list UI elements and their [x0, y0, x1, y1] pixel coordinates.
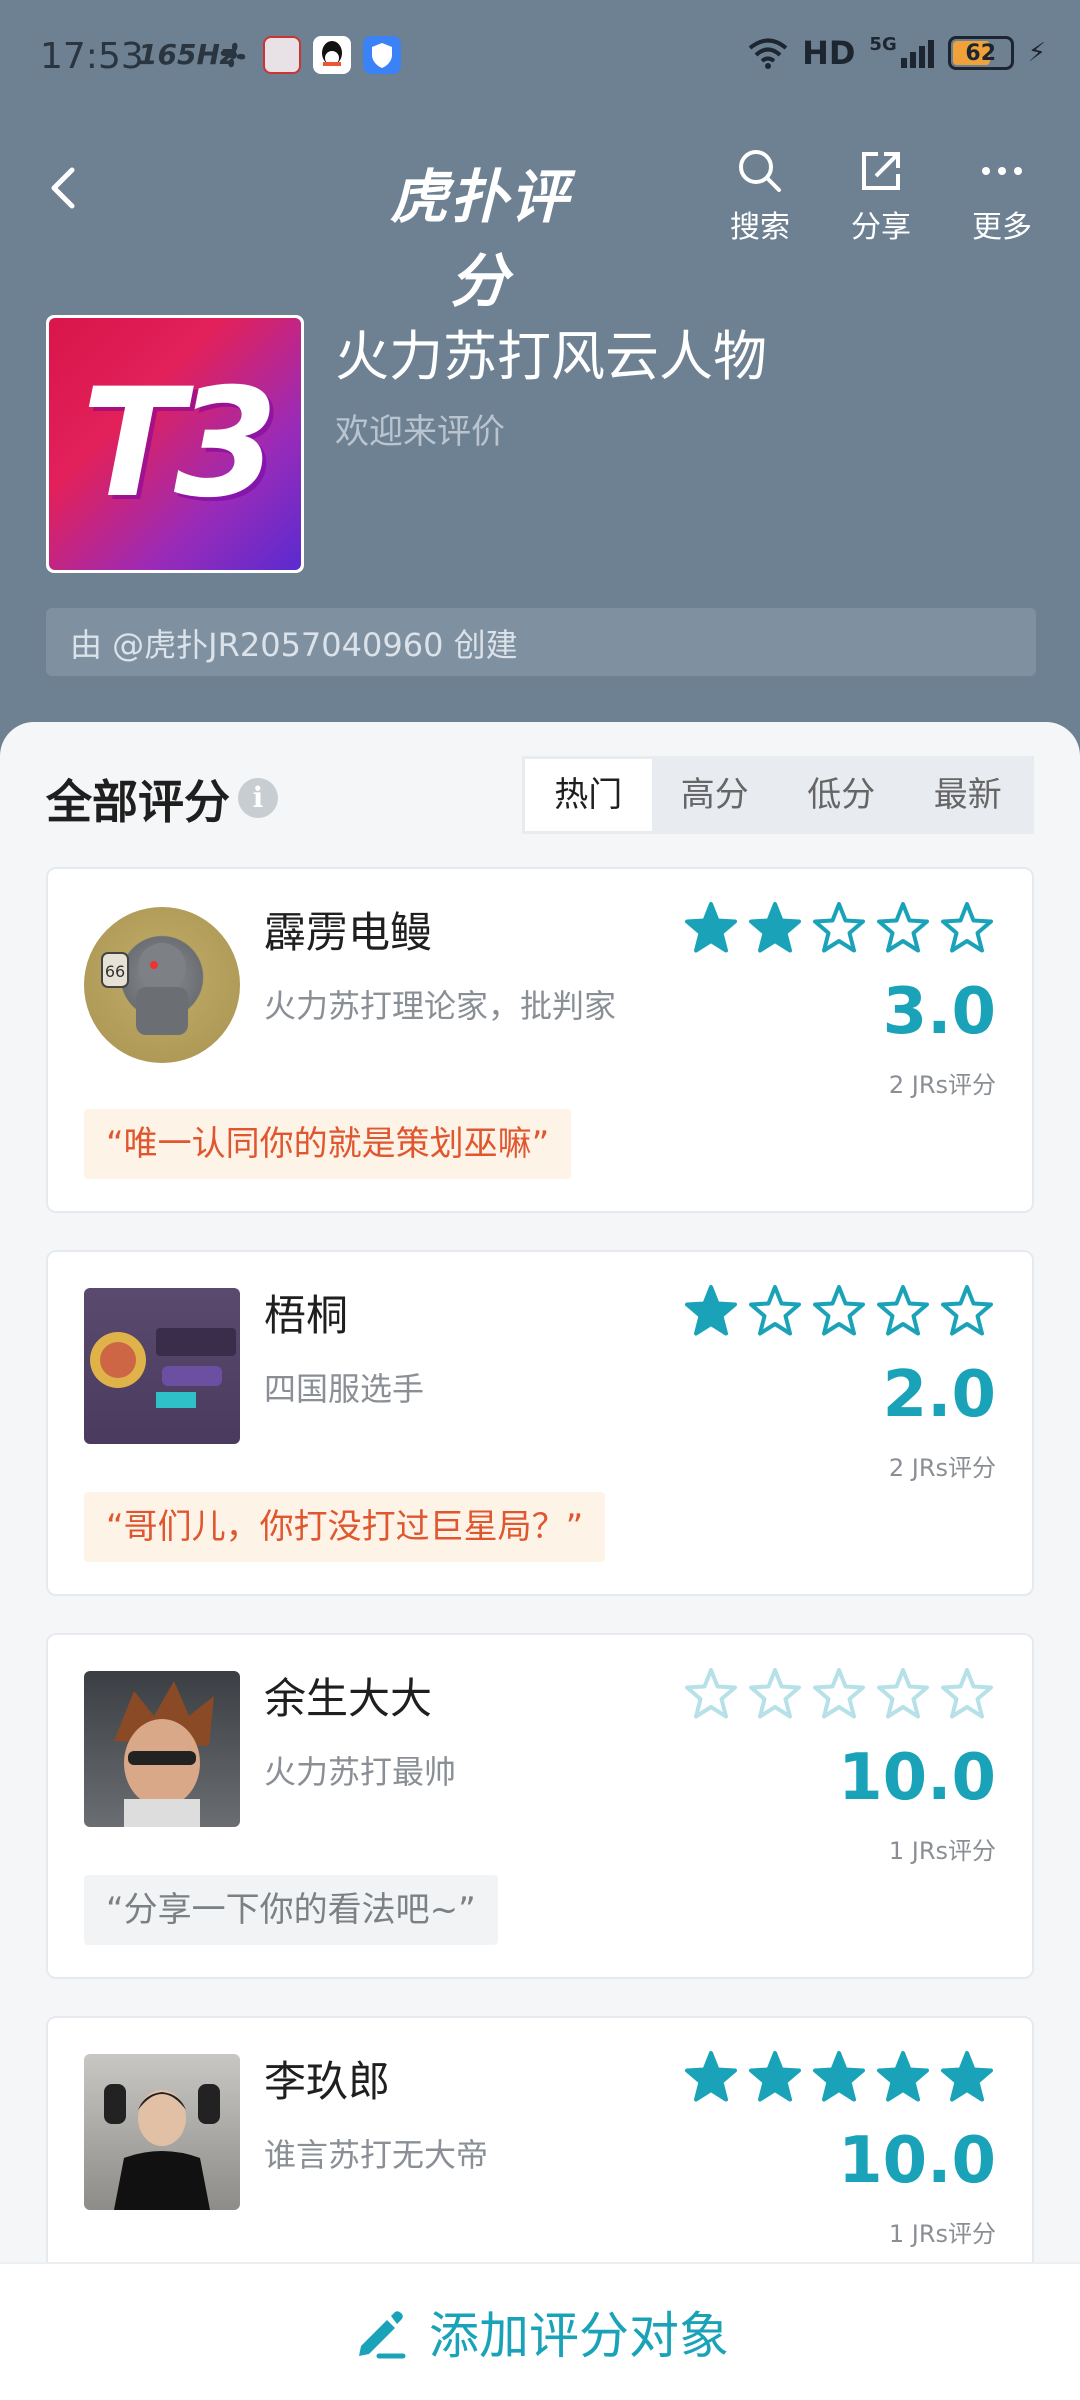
star-outline-icon	[877, 902, 929, 953]
star-filled-icon	[749, 2051, 801, 2102]
qq-icon	[313, 36, 351, 74]
item-score: 2.0	[882, 1358, 996, 1432]
shield-icon	[363, 36, 401, 74]
star-rating	[682, 1665, 996, 1723]
avatar	[84, 1288, 240, 1444]
rater-count: 2 JRs评分	[888, 1071, 996, 1099]
avatar: 66	[84, 907, 240, 1063]
subject-subtitle: 欢迎来评价	[335, 412, 505, 452]
wifi-icon	[748, 38, 788, 69]
rating-card[interactable]: 66 霹雳电鳗 火力苏打理论家，批判家 3.0 2 JRs评分 “唯一认同你的就…	[46, 867, 1034, 1213]
tab-high-score[interactable]: 高分	[652, 759, 779, 831]
share-label: 分享	[851, 210, 911, 245]
star-outline-icon	[877, 1285, 929, 1336]
star-rating	[682, 2048, 996, 2106]
ratings-panel: 全部评分 i 热门 高分 低分 最新 66 霹雳电鳗 火力苏打理论家，批判家 3…	[0, 722, 1080, 2362]
pencil-icon	[359, 2311, 406, 2359]
status-right: HD 5G 62 ⚡	[748, 34, 1046, 72]
top-comment[interactable]: “唯一认同你的就是策划巫嘛”	[84, 1109, 572, 1179]
star-outline-icon	[941, 1668, 993, 1719]
star-outline-icon	[685, 1668, 737, 1719]
star-outline-icon	[749, 1285, 801, 1336]
share-button[interactable]: 分享	[836, 146, 926, 246]
subject-title: 火力苏打风云人物	[335, 325, 767, 388]
star-rating	[682, 899, 996, 957]
chevron-left-icon	[51, 167, 75, 209]
star-outline-icon	[813, 1668, 865, 1719]
rater-count: 1 JRs评分	[888, 1837, 996, 1865]
rating-card[interactable]: 梧桐 四国服选手 2.0 2 JRs评分 “哥们儿，你打没打过巨星局？”	[46, 1250, 1034, 1596]
star-filled-icon	[685, 2051, 737, 2102]
rater-count: 2 JRs评分	[888, 1454, 996, 1482]
item-name: 霹雳电鳗	[264, 908, 433, 957]
item-score: 10.0	[838, 1741, 996, 1815]
item-score: 10.0	[838, 2124, 996, 2198]
fan-icon	[214, 36, 252, 74]
battery-level: 62	[965, 40, 997, 66]
avatar	[84, 2054, 240, 2210]
item-description: 火力苏打最帅	[264, 1753, 457, 1791]
search-button[interactable]: 搜索	[715, 146, 805, 246]
more-icon	[982, 167, 1022, 175]
star-outline-icon	[749, 1668, 801, 1719]
star-outline-icon	[813, 902, 865, 953]
network-type: HD	[802, 34, 856, 72]
subject-icon: T3	[46, 315, 304, 573]
battery-icon: 62	[947, 36, 1014, 70]
app-notification-icon	[263, 36, 301, 74]
search-label: 搜索	[730, 210, 790, 245]
star-outline-icon	[941, 1285, 993, 1336]
star-filled-icon	[749, 902, 801, 953]
section-title: 全部评分	[46, 775, 230, 829]
star-rating	[682, 1282, 996, 1340]
star-outline-icon	[813, 1285, 865, 1336]
rater-count: 1 JRs评分	[888, 2220, 996, 2248]
svg-text:66: 66	[105, 962, 125, 981]
status-bar: 17:53 165Hz HD 5G 62 ⚡	[0, 0, 1080, 110]
info-icon[interactable]: i	[238, 778, 278, 818]
add-subject-label: 添加评分对象	[429, 2307, 729, 2365]
avatar	[84, 1671, 240, 1827]
tab-latest[interactable]: 最新	[905, 759, 1032, 831]
signal-icon	[900, 38, 934, 68]
share-icon	[862, 152, 900, 190]
item-description: 四国服选手	[264, 1370, 425, 1408]
star-filled-icon	[685, 1285, 737, 1336]
tab-hot[interactable]: 热门	[525, 759, 652, 831]
item-description: 火力苏打理论家，批判家	[264, 987, 617, 1025]
more-button[interactable]: 更多	[957, 146, 1047, 246]
item-description: 谁言苏打无大帝	[264, 2136, 489, 2174]
sort-tabs: 热门 高分 低分 最新	[522, 756, 1034, 834]
status-time: 17:53	[40, 36, 144, 77]
subject-icon-text: T3	[81, 357, 279, 531]
item-name: 余生大大	[264, 1674, 433, 1723]
back-button[interactable]	[40, 158, 90, 218]
more-label: 更多	[972, 210, 1032, 245]
item-score: 3.0	[882, 975, 996, 1049]
add-subject-button[interactable]: 添加评分对象	[0, 2262, 1080, 2400]
star-filled-icon	[941, 2051, 993, 2102]
star-outline-icon	[941, 902, 993, 953]
star-filled-icon	[877, 2051, 929, 2102]
top-comment[interactable]: “哥们儿，你打没打过巨星局？”	[84, 1492, 606, 1562]
star-filled-icon	[685, 902, 737, 953]
top-nav: 虎扑评分 搜索 分享 更多	[0, 120, 1080, 315]
signal-type: 5G	[869, 34, 897, 55]
item-name: 梧桐	[264, 1291, 349, 1340]
comment-placeholder[interactable]: “分享一下你的看法吧~”	[84, 1875, 498, 1945]
star-filled-icon	[813, 2051, 865, 2102]
star-outline-icon	[877, 1668, 929, 1719]
search-icon	[739, 150, 781, 192]
rating-card[interactable]: 余生大大 火力苏打最帅 10.0 1 JRs评分 “分享一下你的看法吧~”	[46, 1633, 1034, 1979]
tab-low-score[interactable]: 低分	[778, 759, 905, 831]
hupu-rating-logo: 虎扑评分	[389, 163, 570, 315]
charging-icon: ⚡	[1027, 38, 1046, 68]
creator-info[interactable]: 由 @虎扑JR2057040960 创建	[46, 608, 1036, 676]
item-name: 李玖郎	[264, 2057, 391, 2106]
